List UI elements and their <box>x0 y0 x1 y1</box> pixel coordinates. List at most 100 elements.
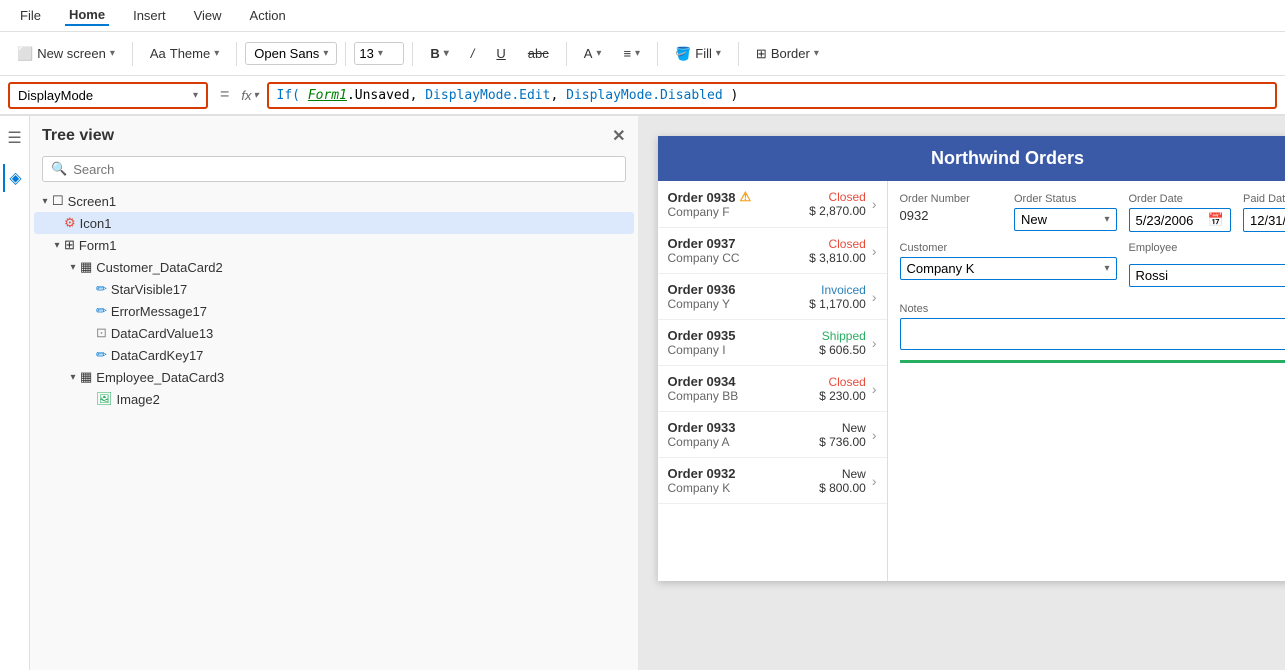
font-family-dropdown[interactable]: Open Sans ▾ <box>245 42 337 65</box>
employee-field: Employee Rossi ▾ <box>1129 242 1285 293</box>
chevron-right-icon-0938: › <box>872 196 877 212</box>
chevron-down-icon-name: ▾ <box>193 90 198 101</box>
search-box[interactable]: 🔍 <box>42 156 626 182</box>
screen-icon: ⬜ <box>17 46 33 62</box>
tree-item-icon1[interactable]: ⚙ Icon1 <box>34 212 634 234</box>
align-button[interactable]: ≡▾ <box>614 41 649 66</box>
tree-item-screen1[interactable]: ▾ ☐ Screen1 <box>34 190 634 212</box>
search-input[interactable] <box>73 162 616 177</box>
order-row-0934[interactable]: Order 0934 Company BB Closed $ 230.00 › <box>658 366 887 412</box>
order-right-0938: Closed $ 2,870.00 <box>809 190 866 218</box>
order-row-0937[interactable]: Order 0937 Company CC Closed $ 3,810.00 … <box>658 228 887 274</box>
order-date-label: Order Date <box>1129 193 1232 205</box>
orders-list: Order 0938 ⚠ Company F Closed $ 2,870.00… <box>658 181 888 581</box>
fill-button[interactable]: 🪣 Fill ▾ <box>666 41 730 67</box>
close-icon[interactable]: ✕ <box>612 126 625 146</box>
order-amount-0936: $ 1,170.00 <box>809 297 866 311</box>
calendar-icon-date[interactable]: 📅 <box>1208 212 1224 228</box>
order-status-select[interactable]: New ▾ <box>1014 208 1117 231</box>
order-number-0937: Order 0937 <box>668 236 810 251</box>
order-row-0938[interactable]: Order 0938 ⚠ Company F Closed $ 2,870.00… <box>658 181 887 228</box>
order-number-value: 0932 <box>900 208 1003 223</box>
edit-icon-em: ✏ <box>96 303 107 319</box>
order-right-0937: Closed $ 3,810.00 <box>809 237 866 265</box>
order-date-input[interactable]: 5/23/2006 📅 <box>1129 208 1232 232</box>
order-row-0936[interactable]: Order 0936 Company Y Invoiced $ 1,170.00… <box>658 274 887 320</box>
order-status-0932: New <box>819 467 866 481</box>
italic-button[interactable]: / <box>462 41 484 66</box>
name-box[interactable]: DisplayMode ▾ <box>8 82 208 109</box>
paid-date-input[interactable]: 12/31/2001 📅 <box>1243 208 1285 232</box>
employee-label: Employee <box>1129 242 1285 254</box>
hamburger-icon[interactable]: ☰ <box>3 124 25 152</box>
order-number-0934: Order 0934 <box>668 374 820 389</box>
menu-file[interactable]: File <box>16 6 45 25</box>
order-number-field: Order Number 0932 <box>900 193 1003 232</box>
expand-icon-em <box>82 304 96 318</box>
theme-icon: Aa <box>150 46 166 61</box>
separator-1 <box>132 42 133 66</box>
border-button[interactable]: ⊞ Border ▾ <box>747 41 828 67</box>
font-color-button[interactable]: A▾ <box>575 41 611 66</box>
order-status-0934: Closed <box>819 375 866 389</box>
menu-home[interactable]: Home <box>65 5 109 26</box>
form-icon: ⊞ <box>64 237 75 253</box>
chevron-right-icon-0934: › <box>872 381 877 397</box>
font-size-dropdown[interactable]: 13 ▾ <box>354 42 404 65</box>
order-right-0935: Shipped $ 606.50 <box>819 329 866 357</box>
order-date-field: Order Date 5/23/2006 📅 <box>1129 193 1232 232</box>
expand-icon-dck <box>82 348 96 362</box>
tree-item-errormessage[interactable]: ✏ ErrorMessage17 <box>34 300 634 322</box>
equals-sign: = <box>220 86 229 104</box>
expand-icon-customer-card[interactable]: ▾ <box>66 260 80 274</box>
notes-input[interactable] <box>900 318 1285 350</box>
separator-2 <box>236 42 237 66</box>
fill-icon: 🪣 <box>675 46 691 62</box>
theme-button[interactable]: Aa Theme ▾ <box>141 41 228 66</box>
tree-view-title: Tree view <box>42 127 114 145</box>
order-row-0933[interactable]: Order 0933 Company A New $ 736.00 › <box>658 412 887 458</box>
customer-select[interactable]: Company K ▾ <box>900 257 1117 280</box>
order-row-0932[interactable]: Order 0932 Company K New $ 800.00 › <box>658 458 887 504</box>
app-header: Northwind Orders <box>658 136 1285 181</box>
menu-view[interactable]: View <box>190 6 226 25</box>
main-content: ☰ ◈ Tree view ✕ 🔍 ▾ ☐ Screen1 ⚙ Icon1 <box>0 116 1285 670</box>
tree-item-form1[interactable]: ▾ ⊞ Form1 <box>34 234 634 256</box>
tree-item-image2[interactable]: 🖼 Image2 <box>34 388 634 410</box>
detail-row-1: Order Number 0932 Order Status New ▾ Ord… <box>900 193 1285 232</box>
underline-button[interactable]: U <box>487 41 514 66</box>
new-screen-button[interactable]: ⬜ New screen ▾ <box>8 41 124 67</box>
fx-button[interactable]: fx ▾ <box>241 88 258 103</box>
chevron-right-icon-0936: › <box>872 289 877 305</box>
select-arrow-customer: ▾ <box>1104 263 1109 274</box>
formula-input[interactable]: If( Form1.Unsaved, DisplayMode.Edit, Dis… <box>267 82 1278 109</box>
bold-button[interactable]: B▾ <box>421 41 457 66</box>
tree-item-starvisible[interactable]: ✏ StarVisible17 <box>34 278 634 300</box>
menu-action[interactable]: Action <box>246 6 290 25</box>
strikethrough-button[interactable]: abc <box>519 41 558 66</box>
app-title: Northwind Orders <box>931 148 1084 168</box>
order-row-0935[interactable]: Order 0935 Company I Shipped $ 606.50 › <box>658 320 887 366</box>
layers-icon[interactable]: ◈ <box>3 164 25 192</box>
search-icon: 🔍 <box>51 161 67 177</box>
chevron-right-icon-0937: › <box>872 243 877 259</box>
card-icon-emp: ▦ <box>80 369 92 385</box>
tree-item-datacardkey[interactable]: ✏ DataCardKey17 <box>34 344 634 366</box>
order-status-0933: New <box>819 421 866 435</box>
order-right-0933: New $ 736.00 <box>819 421 866 449</box>
menu-bar: File Home Insert View Action <box>0 0 1285 32</box>
tree-item-employee-card[interactable]: ▾ ▦ Employee_DataCard3 <box>34 366 634 388</box>
canvas-area: Northwind Orders Order 0938 ⚠ Company F <box>638 116 1285 670</box>
menu-insert[interactable]: Insert <box>129 6 170 25</box>
expand-icon-form1[interactable]: ▾ <box>50 238 64 252</box>
icon1-icon: ⚙ <box>64 215 76 231</box>
tree-item-customer-card[interactable]: ▾ ▦ Customer_DataCard2 <box>34 256 634 278</box>
expand-icon-img2 <box>82 392 96 406</box>
chevron-down-icon-8: ▾ <box>716 48 721 59</box>
chevron-down-icon-9: ▾ <box>814 48 819 59</box>
expand-icon-emp-card[interactable]: ▾ <box>66 370 80 384</box>
tree-item-datacardvalue[interactable]: ⊡ DataCardValue13 <box>34 322 634 344</box>
employee-select[interactable]: Rossi ▾ <box>1129 264 1285 287</box>
expand-icon-screen1[interactable]: ▾ <box>38 194 52 208</box>
order-info-0935: Order 0935 Company I <box>668 328 820 357</box>
